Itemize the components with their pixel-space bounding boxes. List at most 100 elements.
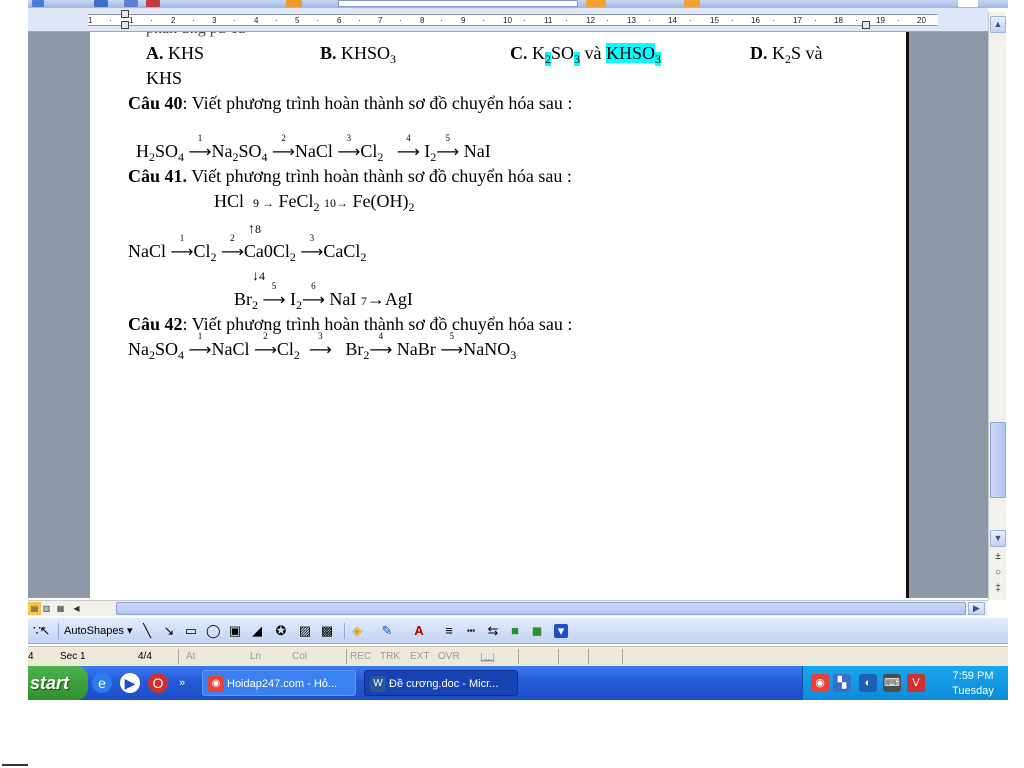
first-line-indent-marker[interactable] — [121, 10, 129, 18]
next-page-icon[interactable]: ‡ — [991, 582, 1005, 596]
right-indent-marker[interactable] — [862, 21, 870, 29]
font-color-icon[interactable]: A — [412, 624, 426, 638]
text-box-icon[interactable]: ▣ — [228, 624, 242, 638]
q40-arrow-4: 4 ⟶ — [396, 133, 420, 161]
ruler-tick-label: · — [440, 16, 443, 25]
q41-arrow-5: 5 ⟶ — [262, 281, 286, 309]
toolbar-icon[interactable] — [94, 0, 108, 7]
status-page: 4 — [28, 651, 34, 662]
fill-color-icon[interactable]: ◈ — [350, 624, 364, 638]
toolbar-icon[interactable] — [32, 0, 44, 7]
ruler-tick-label: 17 — [793, 16, 802, 25]
line-icon[interactable]: ╲ — [140, 624, 154, 638]
web-layout-view-icon[interactable]: ▥ — [40, 602, 53, 615]
scroll-right-button[interactable]: ▶ — [968, 602, 985, 615]
ruler-strip[interactable]: 1 · 1 · 2 · 3 · 4 · 5 · 6 · 7 · 8 · 9 · 10 · 11 · 12 · 13 · 14 · 15 · 16… — [88, 14, 938, 26]
q40-arrow-1: 1 ⟶ — [188, 133, 212, 161]
vertical-scroll-thumb[interactable] — [990, 422, 1006, 498]
toolbar-icon[interactable] — [684, 0, 700, 7]
keyboard-icon[interactable]: ⌨ — [883, 674, 901, 692]
toolbar-icon[interactable] — [958, 0, 978, 7]
shadow-style-icon[interactable]: ■ — [508, 624, 522, 638]
dash-style-icon[interactable]: ┅ — [464, 624, 478, 638]
left-page-gutter — [28, 32, 90, 598]
select-browse-object-icon[interactable]: ○ — [991, 566, 1005, 580]
volume-icon[interactable]: ◐ — [859, 674, 877, 692]
q40-arrow-3: 3 ⟶ — [337, 133, 361, 161]
q40-arrow-2: 2 ⟶ — [271, 133, 295, 161]
ruler-tick-label: 5 — [295, 16, 300, 25]
ruler-tick-label: · — [109, 16, 112, 25]
q42-arrow-2: 2 ⟶ — [253, 331, 277, 359]
status-ovr[interactable]: OVR — [438, 650, 460, 664]
select-objects-icon[interactable]: ↖ — [38, 624, 52, 638]
status-ext[interactable]: EXT — [410, 650, 429, 664]
toolbar-icon[interactable] — [586, 0, 606, 7]
autoshapes-button[interactable]: AutoShapes ▾ — [64, 624, 133, 638]
arrow-icon[interactable]: ↘ — [162, 624, 176, 638]
status-page-count: 4/4 — [138, 651, 152, 662]
ruler-tick-label: 19 — [876, 16, 885, 25]
right-page-gutter — [906, 32, 988, 598]
clip-art-icon[interactable]: ▨ — [298, 624, 312, 638]
ruler-tick-label: · — [897, 16, 900, 25]
unikey-icon[interactable]: V — [907, 674, 925, 692]
system-tray: ◉ ▚ ◐ ⌨ V 7:59 PM Tuesday — [802, 666, 1008, 700]
chrome-tray-icon[interactable]: ◉ — [811, 674, 829, 692]
clipped-line: phản ứng pư cũ — [146, 32, 246, 40]
more-quicklaunch-icon[interactable]: » — [176, 673, 188, 693]
line-style-icon[interactable]: ≡ — [442, 624, 456, 638]
opera-icon[interactable]: O — [148, 673, 168, 693]
network-icon[interactable]: ▚ — [833, 674, 851, 692]
reading-layout-view-icon[interactable]: ▦ — [54, 602, 67, 615]
ie-icon[interactable]: e — [92, 673, 112, 693]
toolbar-icon[interactable] — [146, 0, 160, 7]
q41-arrow-1: 1 ⟶ — [170, 233, 194, 261]
q40-chain: H2SO4 1 ⟶Na2SO4 2 ⟶NaCl 3 ⟶Cl2 4 ⟶ I2 5 ⟶ NaI — [136, 133, 491, 164]
q42-arrow-3: 3 ⟶ — [308, 331, 332, 359]
task-button-word[interactable]: W Đề cương.doc - Micr... — [364, 670, 518, 696]
horizontal-scroll-thumb[interactable] — [116, 602, 966, 615]
ruler-tick-label: · — [233, 16, 236, 25]
status-rec[interactable]: REC — [350, 650, 371, 664]
horizontal-scrollbar[interactable]: ▤ ▥ ▦ ◀ ▶ — [28, 600, 988, 616]
font-box[interactable] — [338, 0, 578, 7]
start-button[interactable]: start — [28, 666, 88, 700]
line-color-icon[interactable]: ✎ — [380, 624, 394, 638]
status-trk[interactable]: TRK — [380, 650, 400, 664]
q41-bottom-row: Br2 5 ⟶ I2 6 ⟶ NaI 7→AgI — [234, 281, 413, 312]
ruler-tick-label: 9 — [461, 16, 466, 25]
ruler-tick-label: 10 — [503, 16, 512, 25]
ruler-tick-label: 4 — [254, 16, 259, 25]
rectangle-icon[interactable]: ▭ — [184, 624, 198, 638]
media-player-icon[interactable]: ▶ — [120, 673, 140, 693]
document-page[interactable]: phản ứng pư cũ A. KHS B. KHSO3 C. K2SO3 … — [90, 32, 906, 598]
question-41: Câu 41. Viết phương trình hoàn thành sơ … — [128, 166, 572, 186]
vertical-scrollbar[interactable]: ▲ ▼ ± ○ ‡ — [988, 12, 1006, 600]
oval-icon[interactable]: ◯ — [206, 624, 221, 638]
question-40: Câu 40: Viết phương trình hoàn thành sơ … — [128, 93, 573, 113]
scroll-down-button[interactable]: ▼ — [990, 530, 1006, 547]
3d-style-icon[interactable]: ◼ — [530, 624, 544, 638]
picture-icon[interactable]: ▩ — [320, 624, 334, 638]
clock-day[interactable]: Tuesday — [943, 685, 1003, 698]
spelling-status-icon[interactable]: 📖 — [480, 650, 495, 664]
scroll-left-button[interactable]: ◀ — [70, 602, 83, 615]
horizontal-ruler[interactable]: 1 · 1 · 2 · 3 · 4 · 5 · 6 · 7 · 8 · 9 · 10 · 11 · 12 · 13 · 14 · 15 · 16… — [28, 8, 988, 32]
diagram-icon[interactable]: ✪ — [274, 624, 288, 638]
ruler-tick-label: · — [399, 16, 402, 25]
left-indent-marker[interactable] — [121, 21, 129, 29]
scroll-up-button[interactable]: ▲ — [990, 16, 1006, 33]
arrow-style-icon[interactable]: ⇆ — [486, 624, 500, 638]
ruler-tick-label: 1 — [129, 16, 134, 25]
q42-arrow-5: 5 ⟶ — [440, 331, 464, 359]
clock-time[interactable]: 7:59 PM — [943, 669, 1003, 683]
toolbar-options-icon[interactable]: ▾ — [554, 624, 568, 638]
task-button-browser[interactable]: ◉ Hoidap247.com - Hỏ... — [202, 670, 356, 696]
previous-page-icon[interactable]: ± — [991, 550, 1005, 564]
toolbar-icon[interactable] — [124, 0, 138, 7]
ruler-tick-label: 2 — [171, 16, 176, 25]
ruler-tick-label: · — [689, 16, 692, 25]
wordart-icon[interactable]: ◢ — [250, 624, 264, 638]
toolbar-icon[interactable] — [286, 0, 302, 7]
